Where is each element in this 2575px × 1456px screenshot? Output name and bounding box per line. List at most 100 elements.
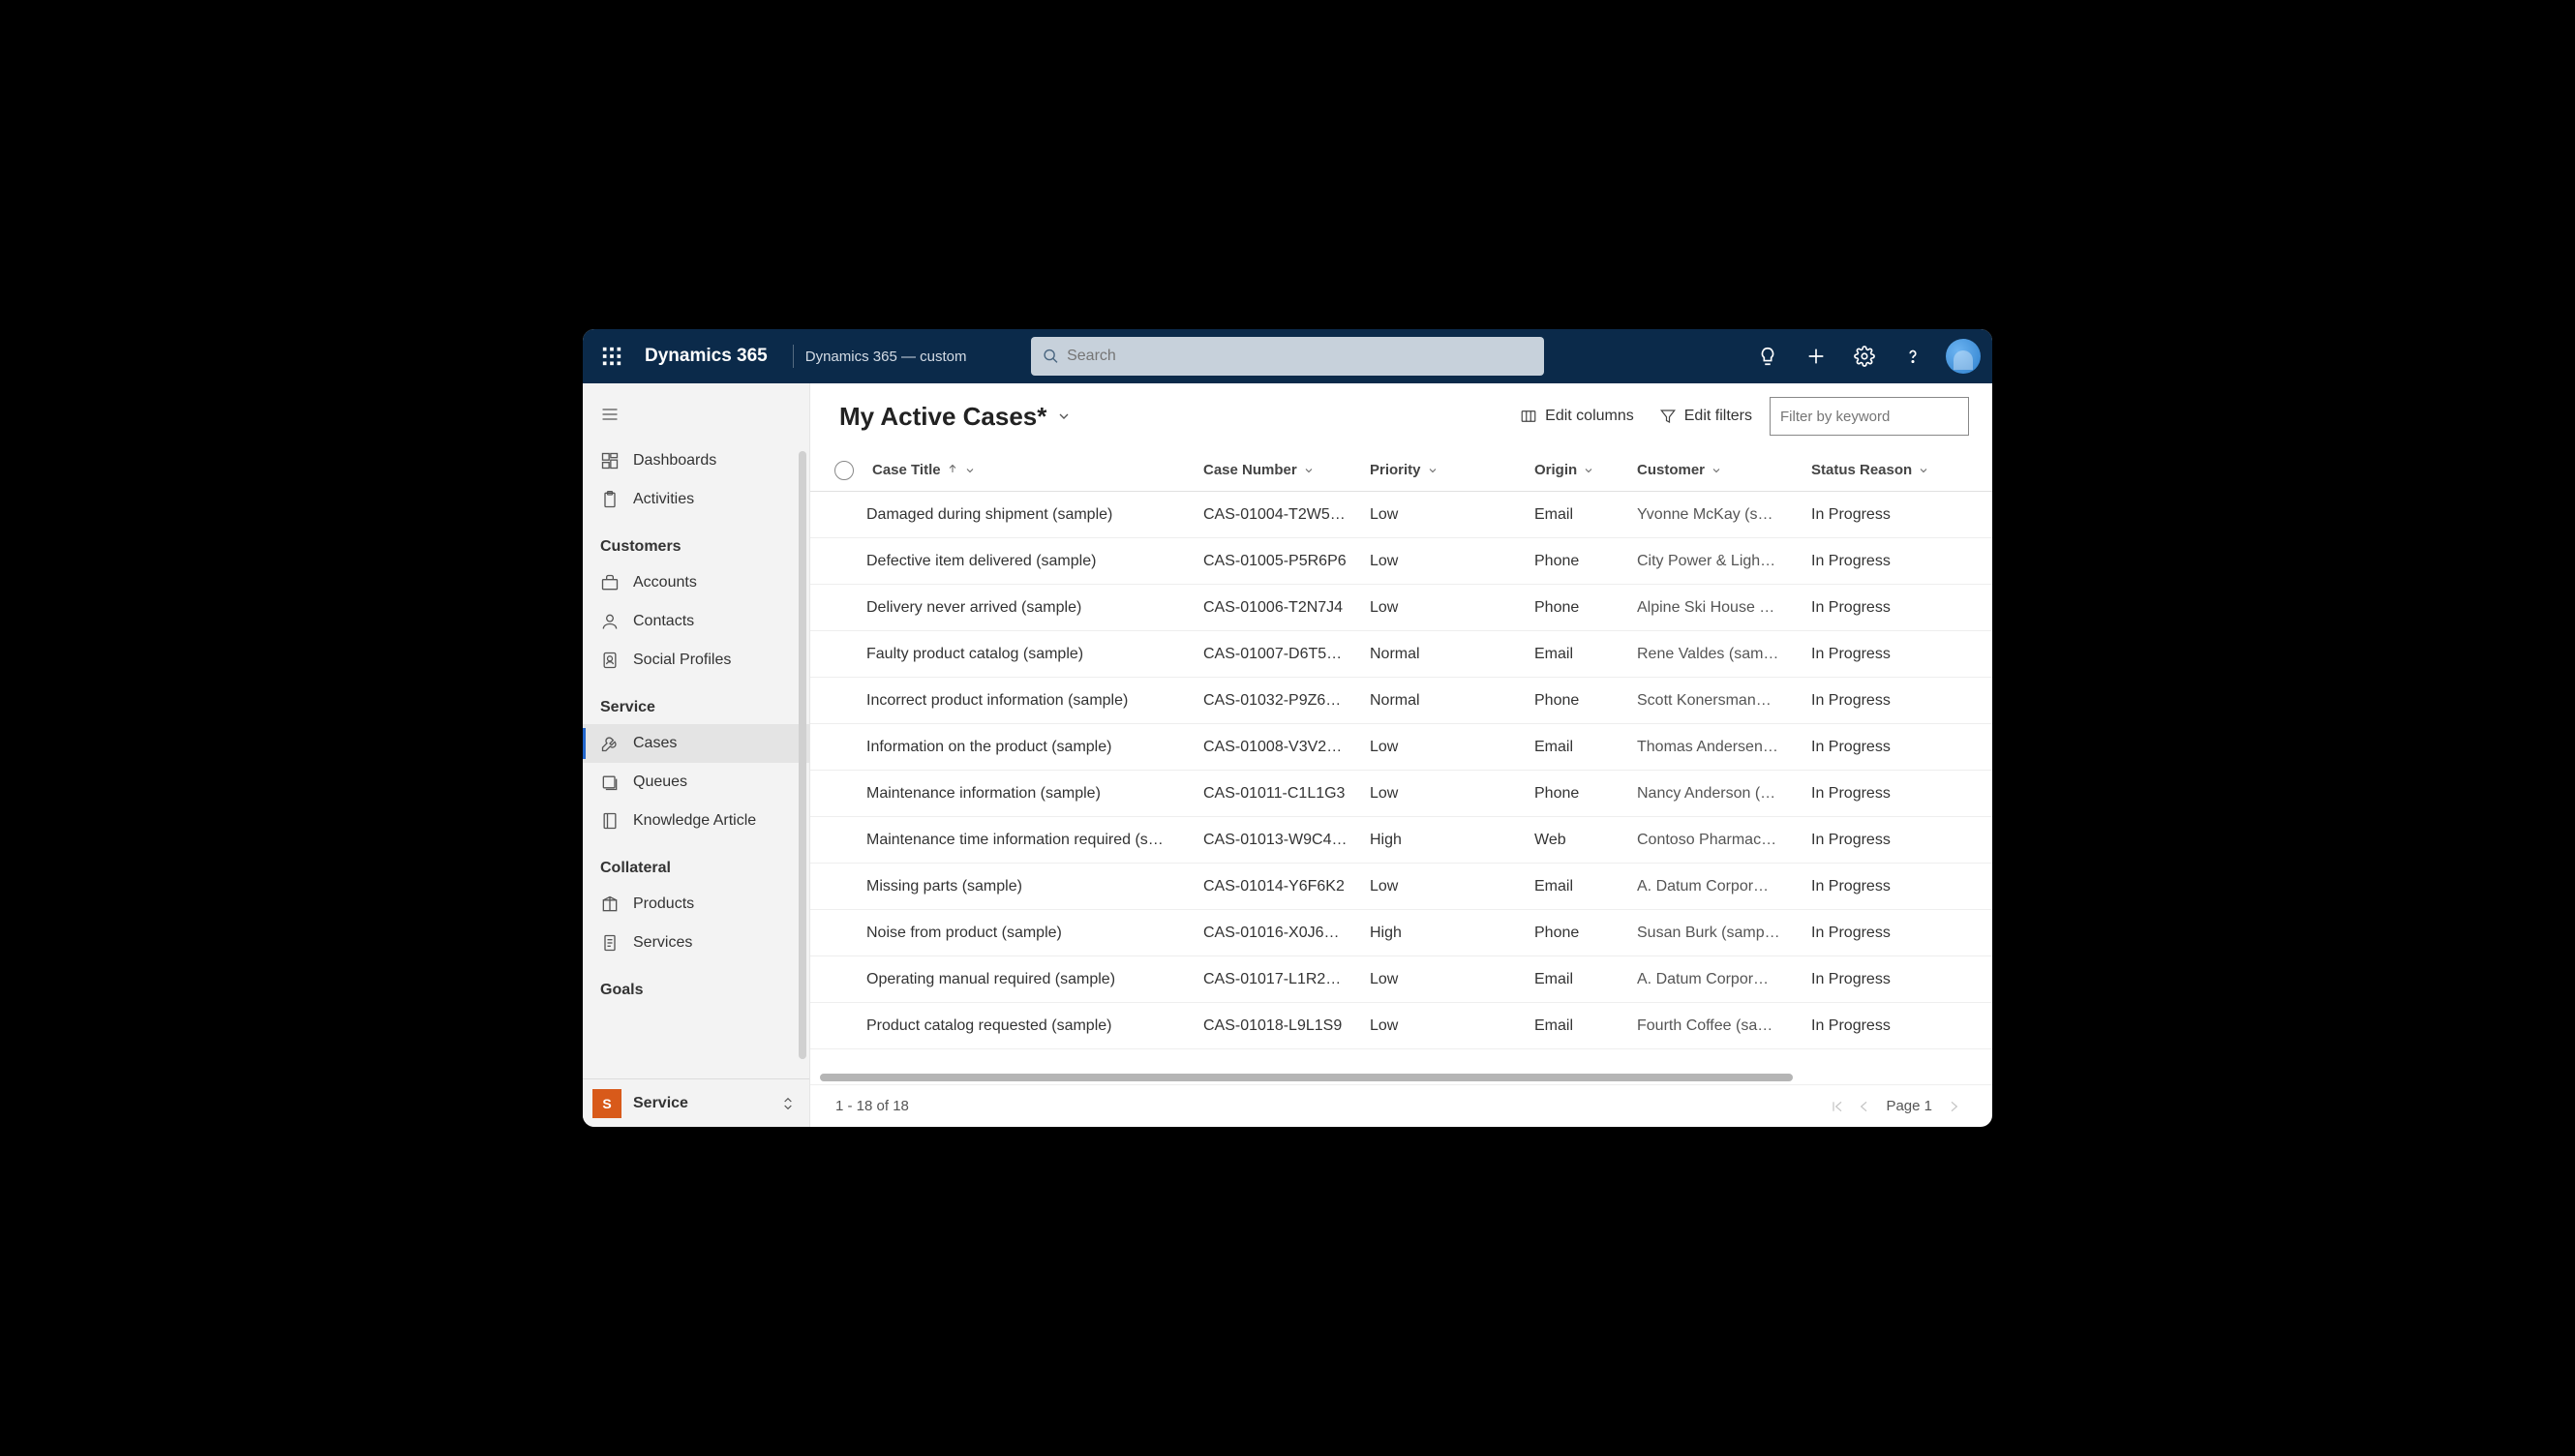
table-row[interactable]: Damaged during shipment (sample)CAS-0100… [810, 492, 1992, 538]
cell-title: Product catalog requested (sample) [866, 1017, 1203, 1035]
grid-horizontal-scrollbar-track[interactable] [820, 1071, 1983, 1084]
queue-icon [600, 773, 620, 792]
environment-label[interactable]: Dynamics 365 — custom [805, 349, 967, 365]
cell-priority: Low [1370, 599, 1534, 617]
grid-horizontal-scrollbar-thumb[interactable] [820, 1074, 1793, 1081]
pager-prev-button[interactable] [1851, 1093, 1878, 1120]
sidebar-item-social-profiles[interactable]: Social Profiles [583, 641, 809, 680]
global-search-wrap [1031, 337, 1544, 376]
column-header-title[interactable]: Case Title [866, 449, 1203, 491]
cell-title: Faulty product catalog (sample) [866, 646, 1203, 663]
table-row[interactable]: Faulty product catalog (sample)CAS-01007… [810, 631, 1992, 678]
sidebar-item-knowledge-article[interactable]: Knowledge Article [583, 802, 809, 840]
brand-label[interactable]: Dynamics 365 [645, 346, 768, 367]
settings-button[interactable] [1843, 335, 1886, 378]
sidebar-item-services[interactable]: Services [583, 924, 809, 962]
column-header-priority[interactable]: Priority [1370, 449, 1534, 491]
cell-priority: Normal [1370, 692, 1534, 710]
table-row[interactable]: Maintenance information (sample)CAS-0101… [810, 771, 1992, 817]
sidebar-item-label: Cases [633, 735, 677, 752]
table-row[interactable]: Information on the product (sample)CAS-0… [810, 724, 1992, 771]
sidebar-item-contacts[interactable]: Contacts [583, 602, 809, 641]
cell-origin: Email [1534, 1017, 1637, 1035]
cell-title: Defective item delivered (sample) [866, 553, 1203, 570]
view-selector[interactable]: My Active Cases* [839, 402, 1072, 432]
cell-customer: Rene Valdes (sam… [1637, 646, 1811, 663]
keyword-filter-input[interactable] [1770, 397, 1969, 436]
cell-case-number: CAS-01013-W9C4… [1203, 832, 1370, 849]
cell-origin: Phone [1534, 553, 1637, 570]
hamburger-icon [600, 405, 620, 424]
pager-first-button[interactable] [1824, 1093, 1851, 1120]
sidebar-item-products[interactable]: Products [583, 885, 809, 924]
user-avatar[interactable] [1946, 339, 1981, 374]
edit-filters-button[interactable]: Edit filters [1651, 402, 1760, 431]
cell-case-number: CAS-01018-L9L1S9 [1203, 1017, 1370, 1035]
cell-priority: Low [1370, 971, 1534, 988]
column-header-origin[interactable]: Origin [1534, 449, 1637, 491]
cell-priority: Low [1370, 785, 1534, 803]
app-launcher-button[interactable] [592, 337, 631, 376]
column-header-number[interactable]: Case Number [1203, 449, 1370, 491]
cell-priority: Low [1370, 553, 1534, 570]
table-row[interactable]: Noise from product (sample)CAS-01016-X0J… [810, 910, 1992, 956]
package-icon [600, 895, 620, 914]
cell-origin: Email [1534, 878, 1637, 895]
cell-case-number: CAS-01008-V3V2… [1203, 739, 1370, 756]
cell-case-number: CAS-01005-P5R6P6 [1203, 553, 1370, 570]
wrench-icon [600, 734, 620, 753]
cell-priority: Low [1370, 1017, 1534, 1035]
column-header-customer[interactable]: Customer [1637, 449, 1811, 491]
cell-status: In Progress [1811, 785, 1937, 803]
book-icon [600, 811, 620, 831]
sidebar-scrollbar[interactable] [799, 451, 806, 1059]
question-icon [1902, 346, 1924, 367]
table-row[interactable]: Maintenance time information required (s… [810, 817, 1992, 864]
add-button[interactable] [1795, 335, 1837, 378]
cell-case-number: CAS-01007-D6T5… [1203, 646, 1370, 663]
chevron-right-icon [1946, 1099, 1961, 1114]
cell-origin: Email [1534, 739, 1637, 756]
table-row[interactable]: Product catalog requested (sample)CAS-01… [810, 1003, 1992, 1049]
table-row[interactable]: Delivery never arrived (sample)CAS-01006… [810, 585, 1992, 631]
sidebar-item-label: Knowledge Article [633, 812, 756, 830]
pager-next-button[interactable] [1940, 1093, 1967, 1120]
table-row[interactable]: Incorrect product information (sample)CA… [810, 678, 1992, 724]
table-row[interactable]: Operating manual required (sample)CAS-01… [810, 956, 1992, 1003]
pager-range-label: 1 - 18 of 18 [835, 1098, 909, 1114]
sidebar-collapse-button[interactable] [583, 399, 809, 430]
select-all-checkbox[interactable] [834, 461, 854, 480]
edit-columns-label: Edit columns [1545, 408, 1634, 425]
cell-title: Damaged during shipment (sample) [866, 506, 1203, 524]
cell-customer: A. Datum Corpor… [1637, 878, 1811, 895]
table-row[interactable]: Missing parts (sample)CAS-01014-Y6F6K2Lo… [810, 864, 1992, 910]
lightbulb-button[interactable] [1746, 335, 1789, 378]
grid: Case Title Case Number Priority Origin [810, 449, 1992, 1127]
chevron-down-icon [1427, 465, 1439, 476]
sidebar-item-dashboards[interactable]: Dashboards [583, 441, 809, 480]
cell-priority: Normal [1370, 646, 1534, 663]
global-search[interactable] [1031, 337, 1544, 376]
global-search-input[interactable] [1067, 348, 1532, 365]
help-button[interactable] [1892, 335, 1934, 378]
area-switcher[interactable]: S Service [583, 1078, 809, 1127]
plus-icon [1805, 346, 1827, 367]
edit-columns-button[interactable]: Edit columns [1512, 402, 1642, 431]
sidebar-group-goals: Goals [583, 962, 809, 1007]
sidebar-item-accounts[interactable]: Accounts [583, 563, 809, 602]
gear-icon [1854, 346, 1875, 367]
sidebar-item-label: Activities [633, 491, 694, 508]
cell-title: Noise from product (sample) [866, 925, 1203, 942]
cell-title: Operating manual required (sample) [866, 971, 1203, 988]
column-header-status[interactable]: Status Reason [1811, 449, 1937, 491]
sidebar-item-activities[interactable]: Activities [583, 480, 809, 519]
filter-icon [1659, 408, 1677, 425]
table-row[interactable]: Defective item delivered (sample)CAS-010… [810, 538, 1992, 585]
main-panel: My Active Cases* Edit columns Edit filte… [810, 383, 1992, 1127]
sidebar-item-label: Social Profiles [633, 652, 731, 669]
sidebar-item-cases[interactable]: Cases [583, 724, 809, 763]
sidebar-item-queues[interactable]: Queues [583, 763, 809, 802]
cell-customer: Nancy Anderson (… [1637, 785, 1811, 803]
chevron-down-icon [964, 465, 976, 476]
column-label: Status Reason [1811, 462, 1912, 478]
